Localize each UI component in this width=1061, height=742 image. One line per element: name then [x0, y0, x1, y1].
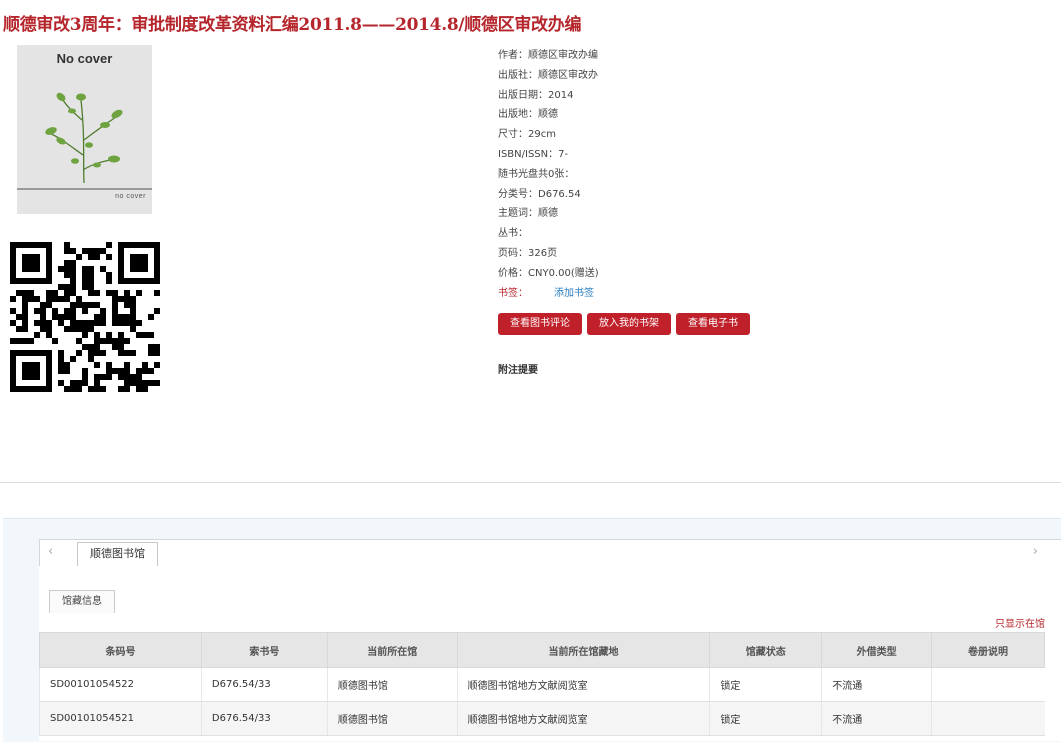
table-cell: D676.54/33 [200, 701, 328, 736]
tab-prev-icon[interactable]: ‹ [48, 544, 53, 559]
book-metadata: 作者：顺德区审改办编 出版社：顺德区审改办 出版日期：2014 出版地：顺德 尺… [498, 46, 599, 303]
column-header: 索书号 [200, 632, 328, 668]
section-divider [0, 482, 1061, 483]
library-tab-bar: ‹ 顺德图书馆 › [39, 539, 1061, 567]
table-cell: 不流通 [821, 667, 932, 702]
tab-next-icon[interactable]: › [1033, 544, 1038, 559]
table-cell: 顺德图书馆 [326, 667, 458, 702]
add-to-shelf-button[interactable]: 放入我的书架 [587, 313, 671, 335]
table-header-row: 条码号 索书号 当前所在馆 当前所在馆藏地 馆藏状态 外借类型 卷册说明 [39, 632, 1045, 668]
column-header: 条码号 [39, 632, 202, 668]
cover-footer-text: no cover [115, 193, 146, 200]
meta-price: 价格：CNY0.00(赠送) [498, 267, 599, 279]
meta-pages: 页码：326页 [498, 247, 558, 259]
meta-cd-count: 随书光盘共0张： [498, 168, 575, 180]
book-title: 顺德审改3周年：审批制度改革资料汇编2011.8——2014.8/顺德区审改办编 [3, 15, 582, 35]
qr-finder-pattern [118, 242, 160, 284]
book-cover-image: No cover no cover [17, 45, 152, 214]
add-bookmark-link[interactable]: 添加书签 [554, 288, 594, 299]
only-show-available-link[interactable]: 只显示在馆 [995, 615, 1045, 630]
cover-rule [17, 188, 152, 190]
table-cell: D676.54/33 [200, 667, 328, 702]
tab-shunde-library[interactable]: 顺德图书馆 [77, 542, 158, 566]
cover-title-text: No cover [56, 51, 113, 66]
column-header: 外借类型 [821, 632, 933, 668]
meta-pub-date: 出版日期：2014 [498, 89, 574, 101]
meta-subject: 主题词：顺德 [498, 208, 558, 220]
holdings-table: 条码号 索书号 当前所在馆 当前所在馆藏地 馆藏状态 外借类型 卷册说明 SD0… [39, 632, 1045, 736]
table-cell: SD00101054522 [39, 667, 202, 702]
meta-publisher: 出版社：顺德区审改办 [498, 69, 598, 81]
meta-bookmark: 书签： 添加书签 [498, 284, 599, 304]
view-reviews-button[interactable]: 查看图书评论 [498, 313, 582, 335]
plant-illustration [45, 92, 123, 184]
meta-series: 丛书： [498, 228, 528, 240]
action-buttons: 查看图书评论 放入我的书架 查看电子书 [498, 311, 755, 335]
column-header: 当前所在馆藏地 [456, 632, 711, 668]
notes-heading: 附注提要 [498, 365, 538, 376]
qr-code [10, 242, 160, 392]
column-header: 卷册说明 [931, 632, 1045, 668]
table-cell: 顺德图书馆地方文献阅览室 [456, 701, 710, 736]
table-cell: 顺德图书馆地方文献阅览室 [456, 667, 710, 702]
meta-author: 作者：顺德区审改办编 [498, 50, 598, 61]
tab-holdings-info[interactable]: 馆藏信息 [49, 590, 115, 613]
table-cell [931, 667, 1045, 702]
table-cell: 不流通 [821, 701, 932, 736]
view-ebook-button[interactable]: 查看电子书 [676, 313, 750, 335]
table-row: SD00101054522 D676.54/33 顺德图书馆 顺德图书馆地方文献… [39, 667, 1045, 702]
column-header: 当前所在馆 [326, 632, 458, 668]
qr-finder-pattern [10, 242, 52, 284]
table-cell: SD00101054521 [39, 701, 202, 736]
table-cell: 顺德图书馆 [326, 701, 458, 736]
column-header: 馆藏状态 [709, 632, 823, 668]
qr-finder-pattern [10, 350, 52, 392]
meta-class-number: 分类号：D676.54 [498, 188, 581, 200]
meta-isbn: ISBN/ISSN：7- [498, 148, 569, 160]
meta-size: 尺寸：29cm [498, 129, 556, 141]
bookmark-label: 书签： [498, 287, 528, 299]
table-cell: 锁定 [709, 701, 822, 736]
table-row: SD00101054521 D676.54/33 顺德图书馆 顺德图书馆地方文献… [39, 701, 1045, 736]
table-cell: 锁定 [709, 667, 822, 702]
table-cell [931, 701, 1045, 736]
meta-pub-place: 出版地：顺德 [498, 109, 558, 121]
